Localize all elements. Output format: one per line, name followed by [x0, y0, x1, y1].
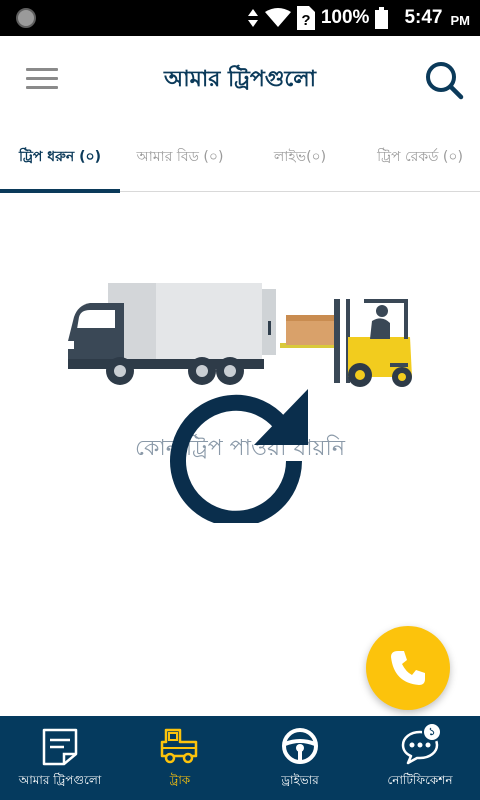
truck-forklift-illustration	[66, 283, 412, 387]
battery-percent: 100%	[320, 7, 370, 28]
wifi-icon	[264, 8, 291, 27]
call-button[interactable]	[366, 626, 450, 710]
nav-driver[interactable]: ড্রাইভার	[240, 716, 360, 800]
tab-bar: ট্রিপ ধরুন (০) আমার বিড (০) লাইভ(০) ট্রি…	[0, 122, 480, 193]
nav-truck[interactable]: ট্রাক	[120, 716, 240, 800]
nav-label-truck: ট্রাক	[169, 773, 191, 787]
trips-icon	[42, 728, 78, 766]
app-bar: আমার ট্রিপগুলো	[0, 36, 480, 122]
status-time: 5:47	[404, 7, 443, 28]
tab-my-bids[interactable]: আমার বিড (০)	[120, 122, 240, 192]
tab-live[interactable]: লাইভ(০)	[240, 122, 360, 192]
nav-label-notification: নোটিফিকেশন	[387, 773, 453, 787]
search-icon[interactable]	[424, 60, 464, 100]
android-dot-icon	[16, 8, 36, 28]
steering-wheel-icon	[282, 728, 318, 764]
battery-icon	[375, 7, 389, 29]
nav-my-trips[interactable]: আমার ট্রিপগুলো	[0, 716, 120, 800]
bottom-nav: আমার ট্রিপগুলো ট্রাক ড্রাইভার ১ নোটিফিকে…	[0, 716, 480, 800]
status-ampm: PM	[450, 12, 471, 28]
tab-take-trip[interactable]: ট্রিপ ধরুন (০)	[0, 122, 120, 193]
nav-label-driver: ড্রাইভার	[281, 773, 319, 787]
sim-unknown-icon: ?	[296, 6, 315, 30]
svg-text:?: ?	[301, 12, 310, 29]
nav-label-my-trips: আমার ট্রিপগুলো	[18, 773, 102, 787]
phone-icon	[391, 651, 425, 685]
tab-trip-record[interactable]: ট্রিপ রেকর্ড (০)	[360, 122, 480, 192]
status-right: ? 100% 5:47 PM	[247, 0, 470, 36]
data-arrows-icon	[247, 9, 258, 27]
page-title: আমার ট্রিপগুলো	[164, 67, 316, 92]
notification-badge: ১	[422, 722, 442, 742]
truck-icon	[160, 728, 198, 764]
refresh-icon[interactable]	[168, 383, 312, 523]
status-bar: ? 100% 5:47 PM	[0, 0, 480, 36]
nav-notification[interactable]: ১ নোটিফিকেশন	[360, 716, 480, 800]
